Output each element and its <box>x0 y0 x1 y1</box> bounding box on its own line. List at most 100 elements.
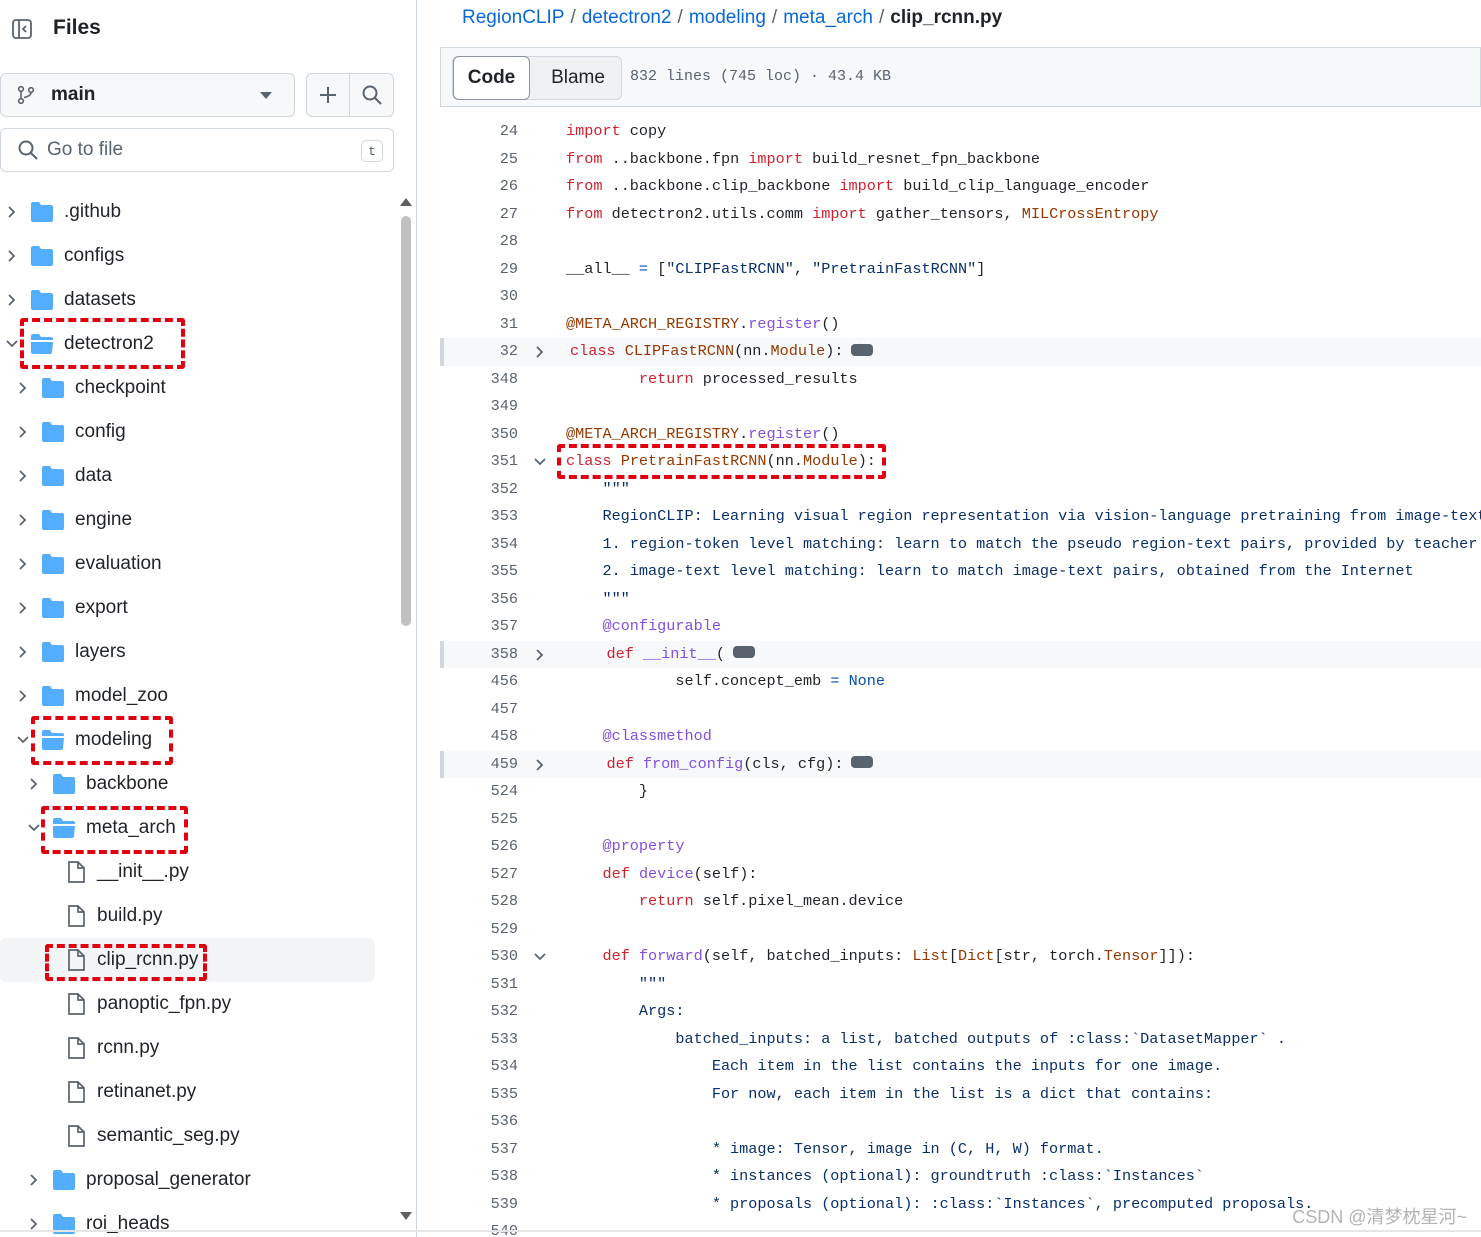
line-number[interactable]: 530 <box>458 947 518 965</box>
line-number[interactable]: 25 <box>458 150 518 168</box>
tree-folder-data[interactable]: data <box>0 454 375 498</box>
line-number[interactable]: 349 <box>458 397 518 415</box>
line-number[interactable]: 350 <box>458 425 518 443</box>
line-number[interactable]: 531 <box>458 975 518 993</box>
chevron-right-icon[interactable] <box>16 425 30 439</box>
tree-scrollbar-thumb[interactable] <box>401 216 411 626</box>
fold-chevron-down-icon[interactable] <box>532 949 548 965</box>
chevron-right-icon[interactable] <box>5 293 19 307</box>
scroll-up-arrow-icon[interactable] <box>400 198 412 206</box>
chevron-right-icon[interactable] <box>27 1173 41 1187</box>
chevron-right-icon[interactable] <box>27 1217 41 1231</box>
line-number[interactable]: 532 <box>458 1002 518 1020</box>
breadcrumb-detectron2-link[interactable]: detectron2 <box>582 7 672 28</box>
line-number[interactable]: 459 <box>458 755 518 773</box>
chevron-right-icon[interactable] <box>16 601 30 615</box>
tree-file-clip-rcnn-py[interactable]: clip_rcnn.py <box>0 938 375 982</box>
chevron-right-icon[interactable] <box>16 645 30 659</box>
line-number[interactable]: 355 <box>458 562 518 580</box>
fold-chevron-right-icon[interactable] <box>532 344 548 360</box>
expand-ellipsis-icon[interactable] <box>851 750 874 769</box>
add-file-button[interactable] <box>306 73 350 117</box>
line-number[interactable]: 528 <box>458 892 518 910</box>
tree-file-retinanet-py[interactable]: retinanet.py <box>0 1070 375 1114</box>
code-viewer[interactable]: 24 import copy 25 from ..backbone.fpn impor… <box>440 108 1481 1237</box>
line-number[interactable]: 457 <box>458 700 518 718</box>
tree-folder-github[interactable]: .github <box>0 190 375 234</box>
tree-folder-evaluation[interactable]: evaluation <box>0 542 375 586</box>
tree-folder-modeling[interactable]: modeling <box>0 718 375 762</box>
breadcrumb-repo-link[interactable]: RegionCLIP <box>462 7 564 28</box>
chevron-right-icon[interactable] <box>27 777 41 791</box>
line-number[interactable]: 29 <box>458 260 518 278</box>
line-number[interactable]: 353 <box>458 507 518 525</box>
tab-blame[interactable]: Blame <box>538 57 618 99</box>
branch-selector-button[interactable]: main <box>0 73 295 117</box>
go-to-file-field[interactable]: t <box>0 128 394 172</box>
line-number[interactable]: 539 <box>458 1195 518 1213</box>
line-number[interactable]: 348 <box>458 370 518 388</box>
tree-folder-configs[interactable]: configs <box>0 234 375 278</box>
chevron-down-icon[interactable] <box>16 733 30 747</box>
line-number[interactable]: 526 <box>458 837 518 855</box>
line-number[interactable]: 28 <box>458 232 518 250</box>
tree-folder-export[interactable]: export <box>0 586 375 630</box>
line-number[interactable]: 354 <box>458 535 518 553</box>
tab-code[interactable]: Code <box>453 56 530 100</box>
chevron-right-icon[interactable] <box>16 469 30 483</box>
tree-folder-config[interactable]: config <box>0 410 375 454</box>
line-number[interactable]: 26 <box>458 177 518 195</box>
scroll-down-arrow-icon[interactable] <box>400 1212 412 1220</box>
chevron-right-icon[interactable] <box>16 381 30 395</box>
line-number[interactable]: 533 <box>458 1030 518 1048</box>
line-number[interactable]: 24 <box>458 122 518 140</box>
line-number[interactable]: 458 <box>458 727 518 745</box>
chevron-right-icon[interactable] <box>16 689 30 703</box>
line-number[interactable]: 538 <box>458 1167 518 1185</box>
chevron-right-icon[interactable] <box>16 557 30 571</box>
line-number[interactable]: 357 <box>458 617 518 635</box>
line-number[interactable]: 536 <box>458 1112 518 1130</box>
fold-chevron-down-icon[interactable] <box>532 454 548 470</box>
breadcrumb-meta-arch-link[interactable]: meta_arch <box>783 7 873 28</box>
line-number[interactable]: 534 <box>458 1057 518 1075</box>
go-to-file-input[interactable] <box>47 139 347 161</box>
line-number[interactable]: 525 <box>458 810 518 828</box>
line-number[interactable]: 30 <box>458 287 518 305</box>
tree-folder-model-zoo[interactable]: model_zoo <box>0 674 375 718</box>
tree-folder-engine[interactable]: engine <box>0 498 375 542</box>
expand-ellipsis-icon[interactable] <box>851 338 874 356</box>
tree-folder-checkpoint[interactable]: checkpoint <box>0 366 375 410</box>
chevron-right-icon[interactable] <box>16 513 30 527</box>
tree-folder-detectron2[interactable]: detectron2 <box>0 322 375 366</box>
chevron-down-icon[interactable] <box>27 821 41 835</box>
tree-folder-datasets[interactable]: datasets <box>0 278 375 322</box>
line-number[interactable]: 32 <box>458 342 518 360</box>
tree-file-semantic-seg-py[interactable]: semantic_seg.py <box>0 1114 375 1158</box>
line-number[interactable]: 527 <box>458 865 518 883</box>
tree-folder-backbone[interactable]: backbone <box>0 762 375 806</box>
line-number[interactable]: 535 <box>458 1085 518 1103</box>
line-number[interactable]: 456 <box>458 672 518 690</box>
expand-ellipsis-icon[interactable] <box>732 640 755 659</box>
line-number[interactable]: 537 <box>458 1140 518 1158</box>
fold-chevron-right-icon[interactable] <box>532 757 548 773</box>
tree-file-panoptic-fpn-py[interactable]: panoptic_fpn.py <box>0 982 375 1026</box>
line-number[interactable]: 352 <box>458 480 518 498</box>
line-number[interactable]: 529 <box>458 920 518 938</box>
collapse-sidebar-button[interactable] <box>5 12 39 46</box>
chevron-right-icon[interactable] <box>5 205 19 219</box>
line-number[interactable]: 31 <box>458 315 518 333</box>
chevron-right-icon[interactable] <box>5 249 19 263</box>
tree-folder-proposal-generator[interactable]: proposal_generator <box>0 1158 375 1202</box>
line-number[interactable]: 27 <box>458 205 518 223</box>
chevron-down-icon[interactable] <box>5 337 19 351</box>
tree-folder-meta-arch[interactable]: meta_arch <box>0 806 375 850</box>
tree-file-rcnn-py[interactable]: rcnn.py <box>0 1026 375 1070</box>
search-code-button[interactable] <box>350 73 394 117</box>
line-number[interactable]: 524 <box>458 782 518 800</box>
tree-folder-layers[interactable]: layers <box>0 630 375 674</box>
breadcrumb-modeling-link[interactable]: modeling <box>689 7 766 28</box>
fold-chevron-right-icon[interactable] <box>532 647 548 663</box>
tree-file-init-py[interactable]: __init__.py <box>0 850 375 894</box>
